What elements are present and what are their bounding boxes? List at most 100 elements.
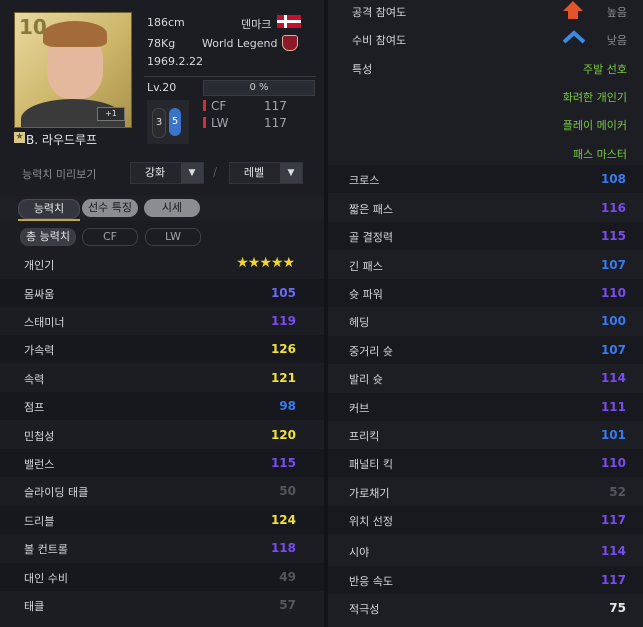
stat-value: 98 xyxy=(279,399,296,413)
attack-workrate-label: 공격 참여도 xyxy=(352,6,407,19)
stat-value: 118 xyxy=(270,541,296,555)
stat-row-skill-moves: 개인기 ★★★★★ xyxy=(0,250,324,278)
tab-player-traits[interactable]: 선수 특징 xyxy=(82,199,138,217)
stat-row: 볼 컨트롤 118 xyxy=(0,534,324,562)
stat-row: 헤딩 100 xyxy=(328,307,643,335)
stat-value: 121 xyxy=(270,371,296,385)
stat-label: 태클 xyxy=(24,600,45,613)
star-icon: ★ xyxy=(14,132,25,143)
stat-label: 점프 xyxy=(24,401,45,414)
stat-value: 108 xyxy=(600,172,626,186)
stat-label: 긴 패스 xyxy=(349,260,383,273)
stat-row: 짧은 패스 116 xyxy=(328,194,643,222)
trait-item: 화려한 개인기 xyxy=(562,91,627,104)
position-marker xyxy=(203,117,206,128)
stat-label: 골 결정력 xyxy=(349,231,393,244)
stat-label: 반응 속도 xyxy=(349,575,393,588)
trait-item: 주발 선호 xyxy=(583,63,627,76)
chevron-down-icon[interactable]: ▼ xyxy=(181,163,203,183)
stat-row: 민첩성 120 xyxy=(0,421,324,449)
stat-label: 가속력 xyxy=(24,344,55,357)
position-lw: LW xyxy=(203,116,228,130)
attack-arrow-icon xyxy=(563,1,583,19)
stat-value: 115 xyxy=(600,229,626,243)
tab-market-price[interactable]: 시세 xyxy=(144,199,200,217)
stat-row: 밸런스 115 xyxy=(0,449,324,477)
player-name: B. 라우드루프 xyxy=(26,133,98,147)
position-cf-value: 117 xyxy=(264,99,287,113)
stat-row: 시야 114 xyxy=(328,537,643,565)
stat-label: 패널티 킥 xyxy=(349,458,393,471)
stat-label: 스태미너 xyxy=(24,316,65,329)
level-select-value: 레벨 xyxy=(243,166,265,179)
level-select[interactable]: 레벨 ▼ xyxy=(229,162,303,184)
stat-row: 패널티 킥 110 xyxy=(328,449,643,477)
stat-value: 75 xyxy=(609,601,626,615)
stat-row: 드리블 124 xyxy=(0,506,324,534)
stat-value: 110 xyxy=(600,456,626,470)
traits-label: 특성 xyxy=(352,63,373,76)
stat-label: 드리블 xyxy=(24,515,55,528)
player-hair xyxy=(43,21,107,47)
defense-workrate-label: 수비 참여도 xyxy=(352,34,407,47)
stat-value: 50 xyxy=(279,484,296,498)
stat-value: 100 xyxy=(600,314,626,328)
stat-label: 속력 xyxy=(24,373,45,386)
tab-stats[interactable]: 능력치 xyxy=(18,199,80,219)
stat-preview-label: 능력치 미리보기 xyxy=(22,168,97,181)
weak-foot-indicator: 3 5 xyxy=(147,100,189,144)
active-tab-indicator xyxy=(18,219,80,221)
position-name: CF xyxy=(211,99,227,113)
enhance-select[interactable]: 강화 ▼ xyxy=(130,162,204,184)
stat-label: 슛 파워 xyxy=(349,288,383,301)
stat-label: 몸싸움 xyxy=(24,288,55,301)
stat-value: 114 xyxy=(600,371,626,385)
stat-row: 슬라이딩 태클 50 xyxy=(0,477,324,505)
stat-label: 대인 수비 xyxy=(24,572,68,585)
chevron-down-icon[interactable]: ▼ xyxy=(280,163,302,183)
stat-row: 긴 패스 107 xyxy=(328,251,643,279)
upgrade-badge: +1 xyxy=(97,107,125,121)
position-lw-value: 117 xyxy=(264,116,287,130)
stat-row: 스태미너 119 xyxy=(0,307,324,335)
subtab-lw[interactable]: LW xyxy=(145,228,201,246)
stat-row: 가로채기 52 xyxy=(328,478,643,506)
level-progress-bar: 0 % xyxy=(203,80,315,96)
subtab-cf[interactable]: CF xyxy=(82,228,138,246)
skill-stars: ★★★★★ xyxy=(236,255,295,271)
stat-value: 115 xyxy=(270,456,296,470)
left-foot-value: 3 xyxy=(152,108,166,138)
stat-label: 개인기 xyxy=(24,259,55,272)
stat-label: 짧은 패스 xyxy=(349,203,393,216)
stat-value: 101 xyxy=(600,428,626,442)
preview-separator: / xyxy=(213,165,218,179)
player-season: World Legend xyxy=(202,37,278,50)
stat-value: 120 xyxy=(270,428,296,442)
stat-label: 헤딩 xyxy=(349,316,370,329)
stat-label: 슬라이딩 태클 xyxy=(24,486,89,499)
stat-row: 중거리 슛 107 xyxy=(328,336,643,364)
trait-item: 패스 마스터 xyxy=(572,148,627,161)
stat-row: 태클 57 xyxy=(0,591,324,619)
stat-row: 적극성 75 xyxy=(328,594,643,622)
right-foot-value: 5 xyxy=(169,108,181,136)
subtab-total[interactable]: 총 능력치 xyxy=(20,228,76,246)
stat-label: 적극성 xyxy=(349,603,380,616)
player-birth: 1969.2.22 xyxy=(147,55,203,68)
stat-label: 크로스 xyxy=(349,174,380,187)
stat-value: 116 xyxy=(600,201,626,215)
stat-label: 밸런스 xyxy=(24,458,55,471)
player-nation: 덴마크 xyxy=(241,18,272,31)
stat-row: 몸싸움 105 xyxy=(0,279,324,307)
stat-row: 점프 98 xyxy=(0,392,324,420)
stat-label: 민첩성 xyxy=(24,430,55,443)
stat-label: 커브 xyxy=(349,402,370,415)
stat-value: 114 xyxy=(600,544,626,558)
stat-value: 110 xyxy=(600,286,626,300)
stat-row: 대인 수비 49 xyxy=(0,563,324,591)
position-name: LW xyxy=(211,116,229,130)
player-weight: 78Kg xyxy=(147,37,176,50)
stat-value: 124 xyxy=(270,513,296,527)
stat-value: 57 xyxy=(279,598,296,612)
stat-value: 107 xyxy=(600,343,626,357)
